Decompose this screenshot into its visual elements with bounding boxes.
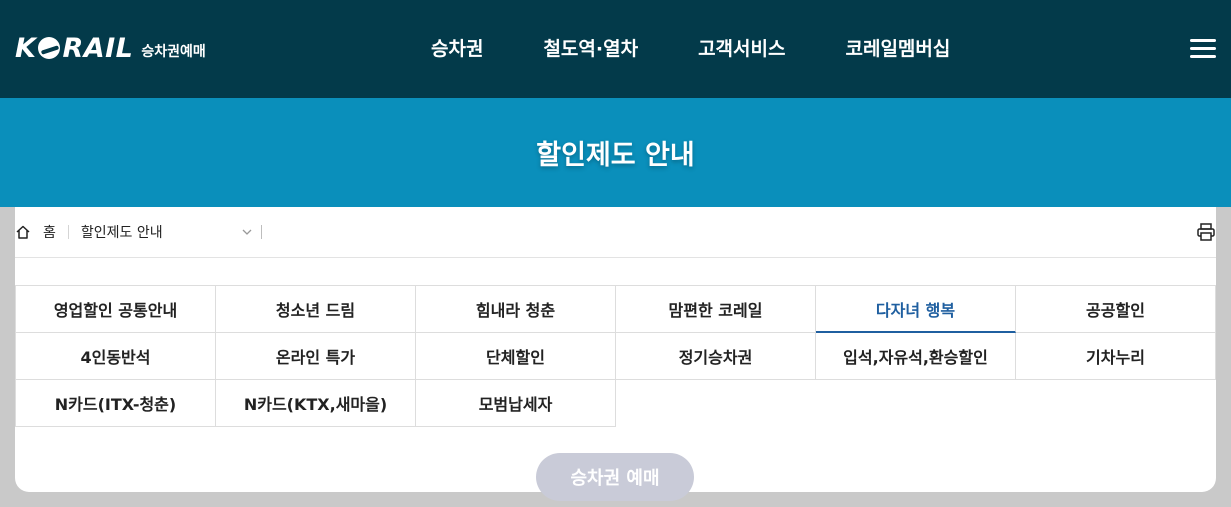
tab-item[interactable]: 정기승차권	[616, 333, 816, 380]
tab-item[interactable]: N카드(KTX,새마을)	[216, 380, 416, 427]
discount-tabs: 영업할인 공통안내 청소년 드림 힘내라 청춘 맘편한 코레일 다자녀 행복 공공할인 4인…	[15, 285, 1216, 427]
nav-item-tickets[interactable]: 승차권	[431, 34, 483, 61]
breadcrumb-current[interactable]: 할인제도 안내	[81, 222, 231, 242]
logo-subtitle: 승차권예매	[141, 44, 206, 60]
nav-item-stations-trains[interactable]: 철도역·열차	[543, 34, 638, 61]
tab-item[interactable]: 입석,자유석,환승할인	[816, 333, 1016, 380]
breadcrumb-divider-end	[260, 225, 262, 239]
tab-item[interactable]: 단체할인	[416, 333, 616, 380]
tab-item[interactable]: 영업할인 공통안내	[16, 286, 216, 333]
top-navigation-bar: K RAIL 승차권예매 승차권 철도역·열차 고객서비스 코레일멤버십	[0, 0, 1231, 98]
logo-o-emblem	[38, 37, 61, 59]
chevron-down-icon[interactable]	[241, 226, 253, 238]
tab-item[interactable]: 기차누리	[1016, 333, 1216, 380]
tab-item[interactable]: 온라인 특가	[216, 333, 416, 380]
tab-item[interactable]: 공공할인	[1016, 286, 1216, 333]
hamburger-menu-icon[interactable]	[1190, 39, 1216, 59]
page-title: 할인제도 안내	[536, 140, 695, 171]
main-nav: 승차권 철도역·열차 고객서비스 코레일멤버십	[431, 34, 950, 61]
tab-item[interactable]: 4인동반석	[16, 333, 216, 380]
breadcrumb: 홈 할인제도 안내	[15, 207, 1216, 258]
breadcrumb-home[interactable]: 홈	[43, 222, 56, 242]
hero-banner: 할인제도 안내	[0, 98, 1231, 207]
korail-logo[interactable]: K RAIL 승차권예매	[15, 30, 206, 66]
tab-item[interactable]: 다자녀 행복	[816, 286, 1016, 333]
tab-item[interactable]: 힘내라 청춘	[416, 286, 616, 333]
tab-item[interactable]: 청소년 드림	[216, 286, 416, 333]
tab-item[interactable]: N카드(ITX-청춘)	[16, 380, 216, 427]
breadcrumb-divider	[67, 225, 69, 239]
nav-item-customer-service[interactable]: 고객서비스	[698, 34, 785, 61]
tab-item[interactable]: 모범납세자	[416, 380, 616, 427]
tab-item[interactable]: 맘편한 코레일	[616, 286, 816, 333]
book-ticket-button[interactable]: 승차권 예매	[536, 453, 694, 501]
nav-item-membership[interactable]: 코레일멤버십	[845, 34, 950, 61]
home-icon[interactable]	[15, 224, 31, 240]
print-icon[interactable]	[1196, 222, 1216, 242]
logo-wordmark: K RAIL	[15, 32, 134, 64]
